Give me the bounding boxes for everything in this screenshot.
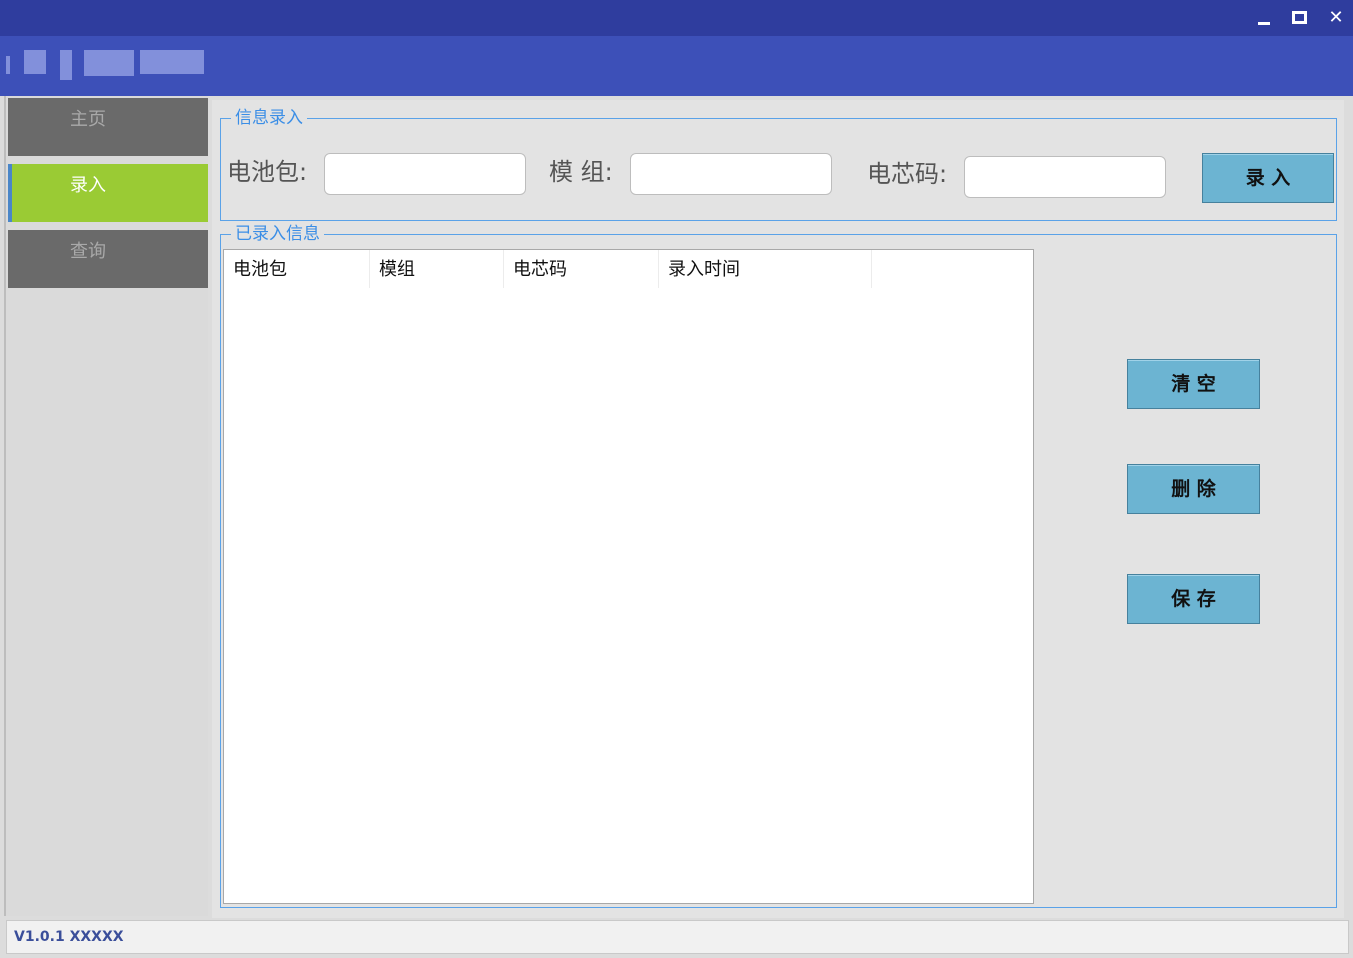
records-group-title: 已录入信息 [231,224,324,244]
save-button[interactable]: 保 存 [1127,574,1260,624]
statusbar: V1.0.1 XXXXX [6,920,1349,954]
sidebar: 主页 录入 查询 [4,96,208,916]
close-button[interactable]: ✕ [1322,5,1350,31]
version-label: V1.0.1 XXXXX [14,929,124,945]
column-header-module[interactable]: 模组 [370,250,504,288]
cell-code-input[interactable] [964,156,1166,198]
maximize-button[interactable] [1286,5,1314,31]
records-table[interactable]: 电池包 模组 电芯码 录入时间 [223,249,1034,904]
column-header-battery-pack[interactable]: 电池包 [224,250,370,288]
app-title [22,50,204,80]
column-header-cell-code[interactable]: 电芯码 [504,250,659,288]
clear-button[interactable]: 清 空 [1127,359,1260,409]
sidebar-item-entry[interactable]: 录入 [8,164,208,222]
minimize-button[interactable] [1250,5,1278,31]
maximize-icon [1292,11,1307,24]
entry-groupbox: 信息录入 电池包: 模 组: 电芯码: [220,108,1337,221]
delete-button[interactable]: 删 除 [1127,464,1260,514]
close-icon: ✕ [1328,7,1344,28]
app-header [0,36,1353,96]
battery-pack-input[interactable] [324,153,526,195]
sidebar-item-home[interactable]: 主页 [8,98,208,156]
sidebar-item-query[interactable]: 查询 [8,230,208,288]
battery-pack-label: 电池包: [227,158,308,186]
column-header-entry-time[interactable]: 录入时间 [659,250,872,288]
cell-code-label: 电芯码: [867,160,948,188]
minimize-icon [1258,22,1270,25]
module-label: 模 组: [549,158,613,186]
entry-group-title: 信息录入 [231,108,307,128]
window-titlebar: ✕ [0,0,1353,36]
blurred-title-part [6,56,10,74]
main-panel: 信息录入 电池包: 模 组: 电芯码: 录 入 已录入信息 电池包 模组 电芯码… [212,100,1344,918]
enter-button[interactable]: 录 入 [1202,153,1334,203]
module-input[interactable] [630,153,832,195]
